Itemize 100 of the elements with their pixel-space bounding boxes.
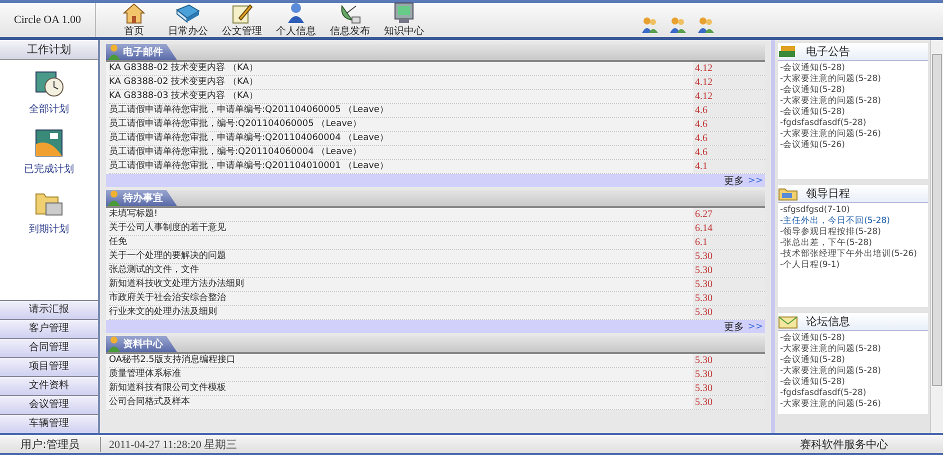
date-text: 5.30 [693, 306, 765, 319]
list-link[interactable]: 行业来文的处理办法及细则 [109, 306, 693, 319]
panel-link[interactable]: -会议通知(5-28) [780, 333, 926, 344]
list-link[interactable]: 员工请假申请单待您审批，编号:Q201104060004 （Leave） [109, 146, 693, 159]
date-text: 6.27 [693, 208, 765, 221]
list-link[interactable]: KA G8388-02 技术变更内容 （KA） [109, 62, 693, 75]
list-link[interactable]: 员工请假申请单待您审批，申请单编号:Q201104060005 （Leave） [109, 104, 693, 117]
menu-item[interactable]: 会议管理 [0, 395, 98, 414]
monitor-icon [393, 2, 415, 24]
list-link[interactable]: 公司合同格式及样本 [109, 396, 693, 409]
panel-link[interactable]: -大家要注意的问题(5-26) [780, 129, 926, 140]
list-link[interactable]: KA G8388-03 技术变更内容 （KA） [109, 90, 693, 103]
date-text: 4.6 [693, 118, 765, 131]
date-text: 6.1 [693, 236, 765, 249]
panel-header: 电子公告 [778, 43, 928, 61]
panel-link[interactable]: -会议通知(5-28) [780, 355, 926, 366]
notepad-icon [230, 2, 254, 24]
house-icon [122, 2, 146, 24]
folder-icon [778, 186, 798, 200]
panel-link[interactable]: -主任外出，今日不回(5-28) [780, 216, 926, 227]
date-text: 5.30 [693, 278, 765, 291]
app-title: Circle OA 1.00 [0, 3, 96, 37]
satellite-dish-icon [338, 2, 362, 24]
panel-link[interactable]: -会议通知(5-28) [780, 63, 926, 74]
menu-item[interactable]: 车辆管理 [0, 414, 98, 433]
date-text: 4.1 [693, 160, 765, 173]
people-icon[interactable] [697, 16, 715, 34]
panel-link[interactable]: -张总出差，下午(5-28) [780, 238, 926, 249]
panel-header: 领导日程 [778, 185, 928, 203]
section-title: 待办事宜 [123, 191, 163, 205]
sidebar-header: 工作计划 [0, 40, 98, 60]
book-icon [175, 2, 201, 24]
panel-link[interactable]: -会议通知(5-26) [780, 140, 926, 151]
panel-link[interactable]: -大家要注意的问题(5-28) [780, 74, 926, 85]
people-icon[interactable] [669, 16, 687, 34]
plan-link[interactable]: 到期计划 [29, 188, 69, 236]
panel-link[interactable]: -大家要注意的问题(5-28) [780, 366, 926, 377]
section-title: 电子邮件 [123, 46, 163, 59]
person-icon [108, 336, 120, 352]
nav-item[interactable]: 个人信息 [276, 2, 316, 38]
more-link[interactable]: 更多 [724, 320, 744, 334]
menu-item[interactable]: 项目管理 [0, 357, 98, 376]
panel-link[interactable]: -技术部张经理下午外出培训(5-26) [780, 249, 926, 260]
list-link[interactable]: OA秘书2.5版支持消息编程接口 [109, 354, 693, 367]
date-text: 5.30 [693, 264, 765, 277]
list-link[interactable]: 张总测试的文件，文件 [109, 264, 693, 277]
list-link[interactable]: 任免 [109, 236, 693, 249]
datetime-text: 2011-04-27 11:28:20 星期三 [108, 438, 238, 452]
plan-link[interactable]: 已完成计划 [24, 128, 74, 176]
panel-link[interactable]: -大家要注意的问题(5-26) [780, 399, 926, 410]
nav-item[interactable]: 公文管理 [222, 2, 262, 38]
list-link[interactable]: 员工请假申请单待您审批，申请单编号:Q201104060004 （Leave） [109, 132, 693, 145]
menu-item[interactable]: 请示汇报 [0, 300, 98, 319]
menu-item[interactable]: 合同管理 [0, 338, 98, 357]
section-title: 资料中心 [123, 337, 163, 351]
user-label: 用户:管理员 [0, 436, 101, 452]
chart-icon [34, 128, 64, 158]
date-text: 5.30 [693, 368, 765, 381]
nav-item[interactable]: 日常办公 [168, 2, 208, 38]
person-icon [285, 2, 307, 24]
nav-item[interactable]: 信息发布 [330, 2, 370, 38]
plan-link[interactable]: 全部计划 [29, 68, 69, 116]
list-link[interactable]: 未填写标题! [109, 208, 693, 221]
panel-link[interactable]: -fgdsfasdfasdf(5-28) [780, 118, 926, 129]
panel-link[interactable]: -会议通知(5-28) [780, 85, 926, 96]
nav-item[interactable]: 知识中心 [384, 2, 424, 38]
scrollbar[interactable] [930, 40, 943, 433]
list-link[interactable]: 关于一个处理的要解决的问题 [109, 250, 693, 263]
list-link[interactable]: 市政府关于社会治安综合整治 [109, 292, 693, 305]
list-link[interactable]: 员工请假申请单待您审批，申请单编号:Q201104010001 （Leave） [109, 160, 693, 173]
people-icon[interactable] [641, 16, 659, 34]
date-text: 5.30 [693, 382, 765, 395]
date-text: 5.30 [693, 292, 765, 305]
date-text: 4.6 [693, 104, 765, 117]
panel-link[interactable]: -领导参观日程按排(5-28) [780, 227, 926, 238]
panel-link[interactable]: -大家要注意的问题(5-28) [780, 96, 926, 107]
list-link[interactable]: 关于公司人事制度的若干意见 [109, 222, 693, 235]
list-link[interactable]: 员工请假申请单待您审批，编号:Q201104060005 （Leave） [109, 118, 693, 131]
person-icon [108, 44, 120, 60]
list-link[interactable]: 新知道科技收文处理方法办法细则 [109, 278, 693, 291]
menu-item[interactable]: 文件资料 [0, 376, 98, 395]
menu-item[interactable]: 客户管理 [0, 319, 98, 338]
list-link[interactable]: 质量管理体系标准 [109, 368, 693, 381]
panel-link[interactable]: -会议通知(5-28) [780, 107, 926, 118]
panel-link[interactable]: -fgdsfasdfasdf(5-28) [780, 388, 926, 399]
panel-header: 论坛信息 [778, 313, 928, 331]
nav-item[interactable]: 首页 [114, 2, 154, 38]
more-link[interactable]: 更多 [724, 174, 744, 188]
date-text: 5.30 [693, 396, 765, 409]
panel-link[interactable]: -大家要注意的问题(5-28) [780, 344, 926, 355]
person-icon [108, 190, 120, 206]
panel-link[interactable]: -个人日程(9-1) [780, 260, 926, 271]
panel-link[interactable]: -sfgsdfgsd(7-10) [780, 205, 926, 216]
envelope-icon [778, 314, 798, 328]
list-link[interactable]: 新知道科技有限公司文件模板 [109, 382, 693, 395]
list-link[interactable]: KA G8388-02 技术变更内容 （KA） [109, 76, 693, 89]
date-text: 5.30 [693, 354, 765, 367]
panel-link[interactable]: -会议通知(5-28) [780, 377, 926, 388]
scroll-thumb[interactable] [932, 54, 942, 386]
date-text: 4.12 [693, 90, 765, 103]
